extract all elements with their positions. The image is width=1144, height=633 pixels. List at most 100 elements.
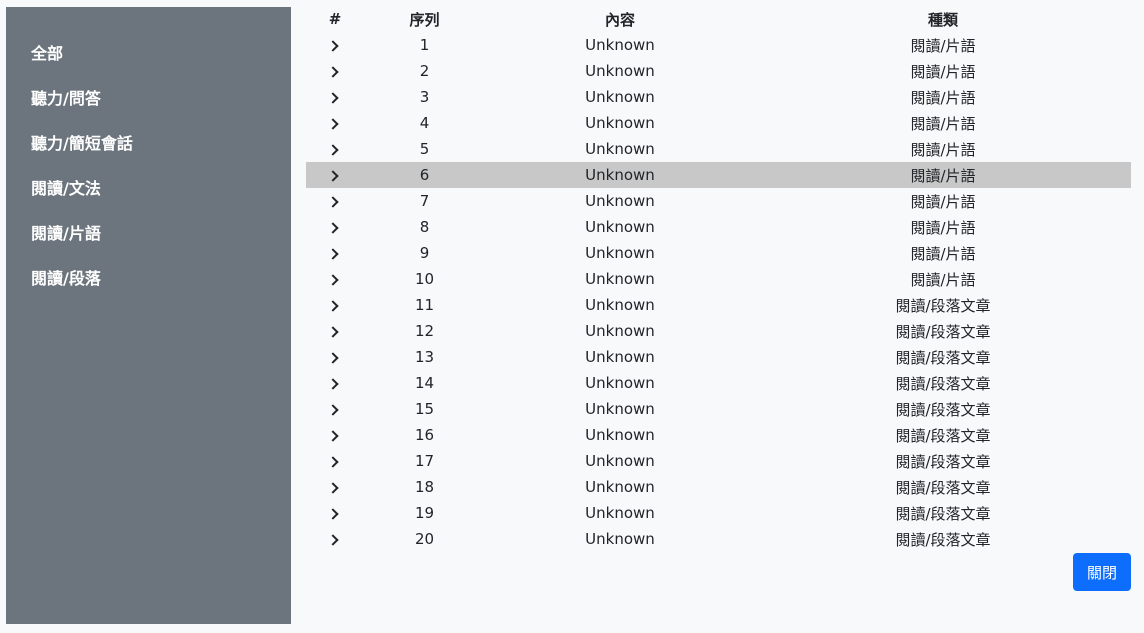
row-expand-cell[interactable] bbox=[306, 526, 364, 552]
table-row[interactable]: 11 Unknown 閱讀/段落文章 bbox=[306, 292, 1131, 318]
table-row[interactable]: 7 Unknown 閱讀/片語 bbox=[306, 188, 1131, 214]
row-content-cell: Unknown bbox=[585, 270, 655, 288]
row-expand-cell[interactable] bbox=[306, 240, 364, 266]
chevron-right-icon[interactable] bbox=[327, 274, 339, 286]
chevron-right-icon[interactable] bbox=[327, 352, 339, 364]
chevron-right-icon[interactable] bbox=[327, 170, 339, 182]
row-index-cell: 2 bbox=[419, 62, 430, 80]
table-row[interactable]: 17 Unknown 閱讀/段落文章 bbox=[306, 448, 1131, 474]
table-row[interactable]: 15 Unknown 閱讀/段落文章 bbox=[306, 396, 1131, 422]
row-type-cell: 閱讀/段落文章 bbox=[895, 426, 991, 445]
row-index-cell: 12 bbox=[414, 322, 435, 340]
chevron-right-icon[interactable] bbox=[327, 326, 339, 338]
row-type-cell: 閱讀/片語 bbox=[910, 88, 976, 107]
row-expand-cell[interactable] bbox=[306, 318, 364, 344]
sidebar-item-reading-phrases[interactable]: 閱讀/片語 bbox=[6, 217, 291, 262]
table-row[interactable]: 10 Unknown 閱讀/片語 bbox=[306, 266, 1131, 292]
row-expand-cell[interactable] bbox=[306, 188, 364, 214]
table-row[interactable]: 4 Unknown 閱讀/片語 bbox=[306, 110, 1131, 136]
row-content-cell: Unknown bbox=[585, 322, 655, 340]
row-index-cell: 5 bbox=[419, 140, 430, 158]
sidebar-item-reading-grammar[interactable]: 閱讀/文法 bbox=[6, 172, 291, 217]
row-expand-cell[interactable] bbox=[306, 214, 364, 240]
row-type-cell: 閱讀/片語 bbox=[910, 192, 976, 211]
table-body: 1 Unknown 閱讀/片語 2 Unknown 閱讀/片語 3 Unknown 閱讀/片語 4… bbox=[306, 32, 1131, 552]
table-row[interactable]: 14 Unknown 閱讀/段落文章 bbox=[306, 370, 1131, 396]
row-type-cell: 閱讀/段落文章 bbox=[895, 478, 991, 497]
sidebar: 全部 聽力/問答 聽力/簡短會話 閱讀/文法 閱讀/片語 閱讀/段落 bbox=[6, 7, 291, 624]
row-content-cell: Unknown bbox=[585, 452, 655, 470]
chevron-right-icon[interactable] bbox=[327, 144, 339, 156]
table-row[interactable]: 13 Unknown 閱讀/段落文章 bbox=[306, 344, 1131, 370]
row-index-cell: 11 bbox=[414, 296, 435, 314]
table-row[interactable]: 5 Unknown 閱讀/片語 bbox=[306, 136, 1131, 162]
table-row[interactable]: 19 Unknown 閱讀/段落文章 bbox=[306, 500, 1131, 526]
row-type-cell: 閱讀/片語 bbox=[910, 218, 976, 237]
row-content-cell: Unknown bbox=[585, 426, 655, 444]
close-button[interactable]: 關閉 bbox=[1073, 553, 1131, 591]
chevron-right-icon[interactable] bbox=[327, 92, 339, 104]
sidebar-item-listening-qa[interactable]: 聽力/問答 bbox=[6, 82, 291, 127]
chevron-right-icon[interactable] bbox=[327, 40, 339, 52]
row-type-cell: 閱讀/段落文章 bbox=[895, 348, 991, 367]
table-row[interactable]: 3 Unknown 閱讀/片語 bbox=[306, 84, 1131, 110]
row-expand-cell[interactable] bbox=[306, 448, 364, 474]
table-row[interactable]: 8 Unknown 閱讀/片語 bbox=[306, 214, 1131, 240]
table-row[interactable]: 12 Unknown 閱讀/段落文章 bbox=[306, 318, 1131, 344]
row-expand-cell[interactable] bbox=[306, 266, 364, 292]
row-expand-cell[interactable] bbox=[306, 110, 364, 136]
table-row[interactable]: 20 Unknown 閱讀/段落文章 bbox=[306, 526, 1131, 552]
chevron-right-icon[interactable] bbox=[327, 66, 339, 78]
row-type-cell: 閱讀/段落文章 bbox=[895, 400, 991, 419]
row-expand-cell[interactable] bbox=[306, 136, 364, 162]
row-expand-cell[interactable] bbox=[306, 84, 364, 110]
row-expand-cell[interactable] bbox=[306, 58, 364, 84]
row-type-cell: 閱讀/段落文章 bbox=[895, 374, 991, 393]
row-content-cell: Unknown bbox=[585, 374, 655, 392]
row-expand-cell[interactable] bbox=[306, 370, 364, 396]
row-type-cell: 閱讀/片語 bbox=[910, 270, 976, 289]
chevron-right-icon[interactable] bbox=[327, 196, 339, 208]
sidebar-item-reading-passage[interactable]: 閱讀/段落 bbox=[6, 262, 291, 307]
chevron-right-icon[interactable] bbox=[327, 534, 339, 546]
row-index-cell: 10 bbox=[414, 270, 435, 288]
sidebar-item-all[interactable]: 全部 bbox=[6, 37, 291, 82]
table-row[interactable]: 18 Unknown 閱讀/段落文章 bbox=[306, 474, 1131, 500]
table-row[interactable]: 2 Unknown 閱讀/片語 bbox=[306, 58, 1131, 84]
sidebar-item-listening-conversation[interactable]: 聽力/簡短會話 bbox=[6, 127, 291, 172]
chevron-right-icon[interactable] bbox=[327, 482, 339, 494]
row-content-cell: Unknown bbox=[585, 530, 655, 548]
row-type-cell: 閱讀/段落文章 bbox=[895, 452, 991, 471]
row-index-cell: 9 bbox=[419, 244, 430, 262]
chevron-right-icon[interactable] bbox=[327, 404, 339, 416]
row-index-cell: 15 bbox=[414, 400, 435, 418]
chevron-right-icon[interactable] bbox=[327, 456, 339, 468]
table-row[interactable]: 16 Unknown 閱讀/段落文章 bbox=[306, 422, 1131, 448]
row-content-cell: Unknown bbox=[485, 162, 755, 188]
chevron-right-icon[interactable] bbox=[327, 300, 339, 312]
question-table: # 序列 內容 種類 1 Unknown 閱讀/片語 2 Unknown 閱讀/片語 3 Un… bbox=[306, 6, 1131, 552]
table-row[interactable]: 6 Unknown 閱讀/片語 bbox=[306, 162, 1131, 188]
row-expand-cell[interactable] bbox=[306, 500, 364, 526]
row-index-cell: 18 bbox=[414, 478, 435, 496]
sidebar-menu: 全部 聽力/問答 聽力/簡短會話 閱讀/文法 閱讀/片語 閱讀/段落 bbox=[6, 7, 291, 307]
row-expand-cell[interactable] bbox=[306, 396, 364, 422]
row-expand-cell[interactable] bbox=[306, 292, 364, 318]
row-content-cell: Unknown bbox=[585, 244, 655, 262]
row-expand-cell[interactable] bbox=[306, 162, 364, 188]
chevron-right-icon[interactable] bbox=[327, 430, 339, 442]
row-index-cell: 19 bbox=[414, 504, 435, 522]
row-expand-cell[interactable] bbox=[306, 32, 364, 58]
row-content-cell: Unknown bbox=[585, 114, 655, 132]
table-row[interactable]: 9 Unknown 閱讀/片語 bbox=[306, 240, 1131, 266]
row-expand-cell[interactable] bbox=[306, 344, 364, 370]
chevron-right-icon[interactable] bbox=[327, 118, 339, 130]
row-index-cell: 20 bbox=[414, 530, 435, 548]
chevron-right-icon[interactable] bbox=[327, 508, 339, 520]
chevron-right-icon[interactable] bbox=[327, 378, 339, 390]
row-expand-cell[interactable] bbox=[306, 422, 364, 448]
table-row[interactable]: 1 Unknown 閱讀/片語 bbox=[306, 32, 1131, 58]
chevron-right-icon[interactable] bbox=[327, 248, 339, 260]
chevron-right-icon[interactable] bbox=[327, 222, 339, 234]
row-expand-cell[interactable] bbox=[306, 474, 364, 500]
